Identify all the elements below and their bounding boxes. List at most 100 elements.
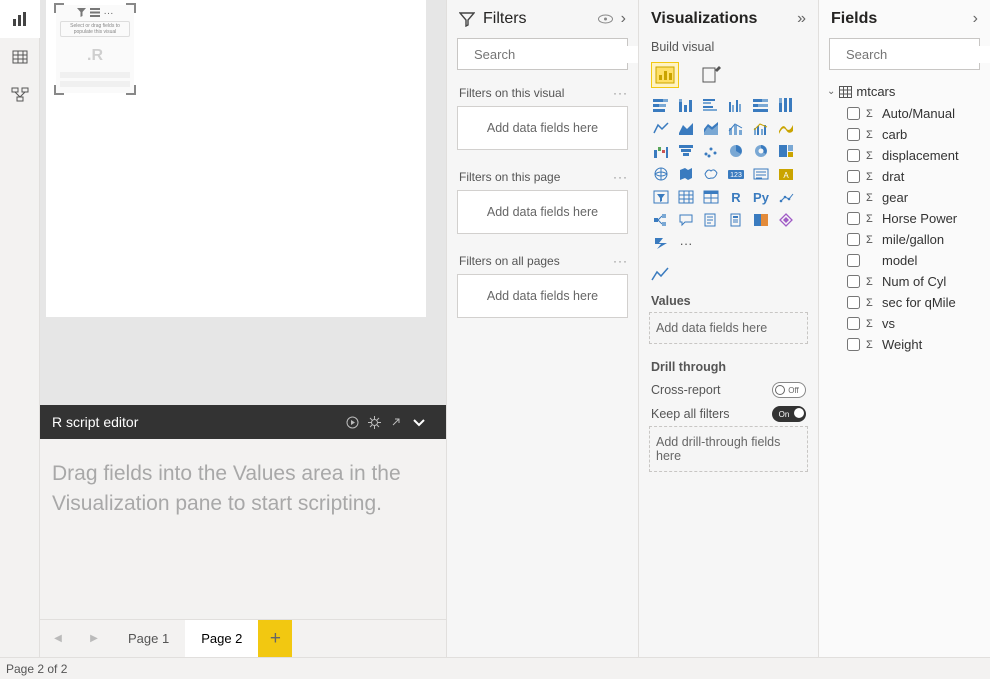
field-sec-for-qmile[interactable]: Σsec for qMile xyxy=(819,292,990,313)
treemap-icon[interactable] xyxy=(776,142,796,160)
drillthrough-well[interactable]: Add drill-through fields here xyxy=(649,426,808,472)
waterfall-icon[interactable] xyxy=(651,142,671,160)
map-icon[interactable] xyxy=(651,165,671,183)
shape-map-icon[interactable] xyxy=(701,165,721,183)
field-mile-gallon[interactable]: Σmile/gallon xyxy=(819,229,990,250)
get-visuals-icon[interactable]: ··· xyxy=(676,234,696,252)
funnel-chart-icon[interactable] xyxy=(676,142,696,160)
filters-search-input[interactable] xyxy=(472,46,652,63)
powerapps-icon[interactable] xyxy=(776,211,796,229)
stacked-area-icon[interactable] xyxy=(701,119,721,137)
expand-icon[interactable]: » xyxy=(797,10,806,28)
values-well[interactable]: Add data fields here xyxy=(649,312,808,344)
field-model[interactable]: model xyxy=(819,250,990,271)
gauge-icon[interactable]: 123 xyxy=(726,165,746,183)
stacked-col100-icon[interactable] xyxy=(776,96,796,114)
keep-filters-toggle[interactable]: On xyxy=(772,406,806,422)
paginated-icon[interactable] xyxy=(726,211,746,229)
sigma-icon: Σ xyxy=(866,129,876,141)
field-checkbox[interactable] xyxy=(847,149,860,162)
slicer-icon[interactable] xyxy=(651,188,671,206)
scatter-icon[interactable] xyxy=(701,142,721,160)
field-weight[interactable]: ΣWeight xyxy=(819,334,990,355)
stacked-bar100-icon[interactable] xyxy=(751,96,771,114)
field-checkbox[interactable] xyxy=(847,338,860,351)
field-num-of-cyl[interactable]: ΣNum of Cyl xyxy=(819,271,990,292)
report-view-button[interactable] xyxy=(0,0,40,38)
ribbon-chart-icon[interactable] xyxy=(776,119,796,137)
more-icon[interactable]: ··· xyxy=(613,86,628,100)
field-checkbox[interactable] xyxy=(847,128,860,141)
field-checkbox[interactable] xyxy=(847,107,860,120)
expand-icon[interactable]: › xyxy=(973,10,978,28)
field-gear[interactable]: Σgear xyxy=(819,187,990,208)
pie-icon[interactable] xyxy=(726,142,746,160)
filter-well-visual[interactable]: Add data fields here xyxy=(457,106,628,150)
stacked-column-icon[interactable] xyxy=(676,96,696,114)
field-drat[interactable]: Σdrat xyxy=(819,166,990,187)
format-visual-tab[interactable] xyxy=(697,62,725,88)
prev-page-button[interactable]: ◀ xyxy=(40,633,76,644)
field-checkbox[interactable] xyxy=(847,275,860,288)
python-visual-icon[interactable]: Py xyxy=(751,188,771,206)
field-checkbox[interactable] xyxy=(847,296,860,309)
kpi-icon[interactable]: A xyxy=(776,165,796,183)
line-clustered-icon[interactable] xyxy=(751,119,771,137)
key-influencers-icon[interactable] xyxy=(776,188,796,206)
fields-search-input[interactable] xyxy=(844,46,990,63)
show-hide-icon[interactable] xyxy=(598,14,613,24)
field-checkbox[interactable] xyxy=(847,254,860,267)
filled-map-icon[interactable] xyxy=(676,165,696,183)
filter-well-all[interactable]: Add data fields here xyxy=(457,274,628,318)
field-checkbox[interactable] xyxy=(847,191,860,204)
analytics-tab-icon[interactable] xyxy=(639,260,818,292)
tab-page-2[interactable]: Page 2 xyxy=(185,620,258,658)
build-visual-tab[interactable] xyxy=(651,62,679,88)
more-icon[interactable]: ··· xyxy=(613,254,628,268)
r-visual-placeholder[interactable]: ··· Select or drag fields to populate th… xyxy=(56,5,134,93)
clustered-bar-icon[interactable] xyxy=(701,96,721,114)
report-canvas[interactable]: ··· Select or drag fields to populate th… xyxy=(40,0,446,405)
cross-report-toggle[interactable]: Off xyxy=(772,382,806,398)
sigma-icon: Σ xyxy=(866,150,876,162)
table-viz-icon[interactable] xyxy=(676,188,696,206)
model-view-button[interactable] xyxy=(0,76,40,114)
matrix-icon[interactable] xyxy=(701,188,721,206)
line-column-icon[interactable] xyxy=(726,119,746,137)
more-icon[interactable]: ··· xyxy=(613,170,628,184)
narrative-icon[interactable] xyxy=(701,211,721,229)
field-checkbox[interactable] xyxy=(847,212,860,225)
table-mtcars[interactable]: ⌄ mtcars xyxy=(819,80,990,103)
settings-icon[interactable] xyxy=(368,416,390,429)
filter-well-page[interactable]: Add data fields here xyxy=(457,190,628,234)
run-icon[interactable] xyxy=(346,416,368,429)
field-checkbox[interactable] xyxy=(847,233,860,246)
field-checkbox[interactable] xyxy=(847,170,860,183)
line-chart-icon[interactable] xyxy=(651,119,671,137)
popout-icon[interactable] xyxy=(390,416,412,428)
arcgis-icon[interactable] xyxy=(751,211,771,229)
clustered-column-icon[interactable] xyxy=(726,96,746,114)
decomposition-icon[interactable] xyxy=(651,211,671,229)
card-icon[interactable] xyxy=(751,165,771,183)
field-auto-manual[interactable]: ΣAuto/Manual xyxy=(819,103,990,124)
r-visual-icon[interactable]: R xyxy=(726,188,746,206)
field-carb[interactable]: Σcarb xyxy=(819,124,990,145)
data-view-button[interactable] xyxy=(0,38,40,76)
donut-icon[interactable] xyxy=(751,142,771,160)
field-horse-power[interactable]: ΣHorse Power xyxy=(819,208,990,229)
qa-icon[interactable] xyxy=(676,211,696,229)
tab-page-1[interactable]: Page 1 xyxy=(112,620,185,658)
area-chart-icon[interactable] xyxy=(676,119,696,137)
field-checkbox[interactable] xyxy=(847,317,860,330)
powerautomate-icon[interactable] xyxy=(651,234,671,252)
expand-icon[interactable]: › xyxy=(621,10,626,28)
collapse-icon[interactable] xyxy=(412,415,434,429)
field-vs[interactable]: Σvs xyxy=(819,313,990,334)
fields-search[interactable] xyxy=(829,38,980,70)
add-page-button[interactable]: + xyxy=(258,620,292,658)
field-displacement[interactable]: Σdisplacement xyxy=(819,145,990,166)
stacked-bar-icon[interactable] xyxy=(651,96,671,114)
filters-search[interactable] xyxy=(457,38,628,70)
next-page-button[interactable]: ▶ xyxy=(76,633,112,644)
